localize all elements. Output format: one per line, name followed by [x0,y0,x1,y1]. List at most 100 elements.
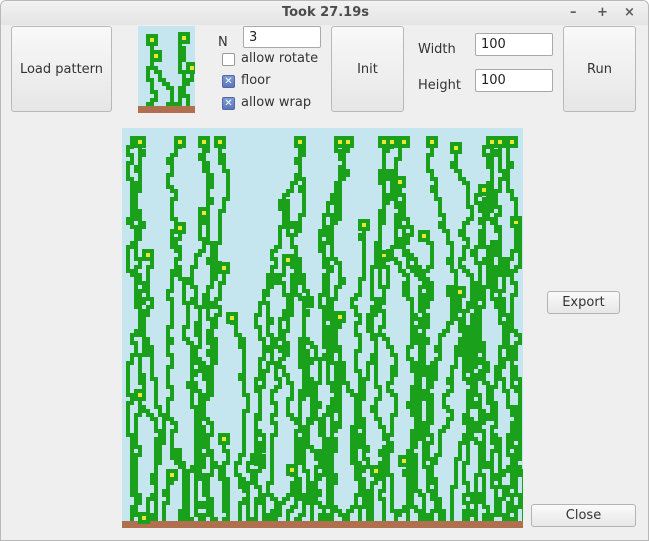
stem-cell [326,209,330,213]
stem-cell [414,477,418,481]
stem-cell [278,321,282,325]
stem-cell [434,369,438,373]
close-window-icon[interactable]: × [624,1,635,25]
allow-rotate-checkbox[interactable] [222,53,235,66]
stem-cell [322,473,326,477]
stem-cell [330,197,334,201]
stem-cell [218,157,222,161]
flower-center [222,266,226,270]
allow-wrap-checkbox[interactable]: ✕ [222,97,235,110]
stem-cell [418,413,422,417]
stem-cell [506,333,510,337]
stem-cell [510,505,514,509]
stem-cell [238,333,242,337]
stem-cell [434,497,438,501]
stem-cell [334,441,338,445]
stem-cell [330,441,334,445]
stem-cell [358,345,362,349]
stem-cell [198,313,202,317]
n-input[interactable] [243,26,321,48]
stem-cell [378,253,382,257]
stem-cell [510,429,514,433]
stem-cell [382,477,386,481]
stem-cell [482,481,486,485]
stem-cell [370,517,374,521]
stem-cell [254,413,258,417]
stem-cell [338,149,342,153]
stem-cell [454,301,458,305]
stem-cell [478,457,482,461]
stem-cell [298,293,302,297]
stem-cell [170,269,174,273]
stem-cell [382,425,386,429]
stem-cell [298,405,302,409]
stem-cell [322,217,326,221]
flower-center [178,226,182,230]
stem-cell [310,377,314,381]
stem-cell [486,269,490,273]
stem-cell [174,102,178,106]
stem-cell [362,417,366,421]
run-button[interactable]: Run [563,26,636,112]
stem-cell [194,305,198,309]
stem-cell [266,485,270,489]
stem-cell [306,429,310,433]
stem-cell [358,381,362,385]
stem-cell [202,237,206,241]
stem-cell [386,441,390,445]
floor-checkbox[interactable]: ✕ [222,75,235,88]
height-input[interactable] [475,69,553,92]
stem-cell [478,229,482,233]
init-button[interactable]: Init [331,26,404,112]
stem-cell [338,361,342,365]
stem-cell [166,397,170,401]
close-button[interactable]: Close [531,504,636,527]
stem-cell [282,273,286,277]
stem-cell [194,329,198,333]
stem-cell [406,281,410,285]
stem-cell [410,437,414,441]
stem-cell [302,213,306,217]
stem-cell [478,345,482,349]
stem-cell [370,317,374,321]
minimize-icon[interactable]: – [570,1,577,25]
stem-cell [466,513,470,517]
stem-cell [210,509,214,513]
stem-cell [390,185,394,189]
stem-cell [350,457,354,461]
stem-cell [154,425,158,429]
stem-cell [490,153,494,157]
stem-cell [202,217,206,221]
stem-cell [374,401,378,405]
stem-cell [330,437,334,441]
stem-cell [194,389,198,393]
stem-cell [514,365,518,369]
stem-cell [478,241,482,245]
load-pattern-button[interactable]: Load pattern [11,26,112,112]
stem-cell [270,317,274,321]
stem-cell [414,445,418,449]
stem-cell [358,465,362,469]
stem-cell [394,357,398,361]
stem-cell [378,397,382,401]
stem-cell [382,293,386,297]
stem-cell [466,421,470,425]
stem-cell [246,469,250,473]
stem-cell [398,153,402,157]
stem-cell [410,313,414,317]
width-input[interactable] [475,33,553,56]
stem-cell [482,241,486,245]
stem-cell [186,505,190,509]
stem-cell [138,353,142,357]
export-button[interactable]: Export [547,291,620,314]
stem-cell [510,381,514,385]
stem-cell [330,421,334,425]
stem-cell [274,509,278,513]
stem-cell [522,493,523,497]
stem-cell [342,365,346,369]
stem-cell [438,201,442,205]
stem-cell [486,413,490,417]
stem-cell [182,513,186,517]
stem-cell [506,185,510,189]
maximize-icon[interactable]: + [597,1,608,25]
